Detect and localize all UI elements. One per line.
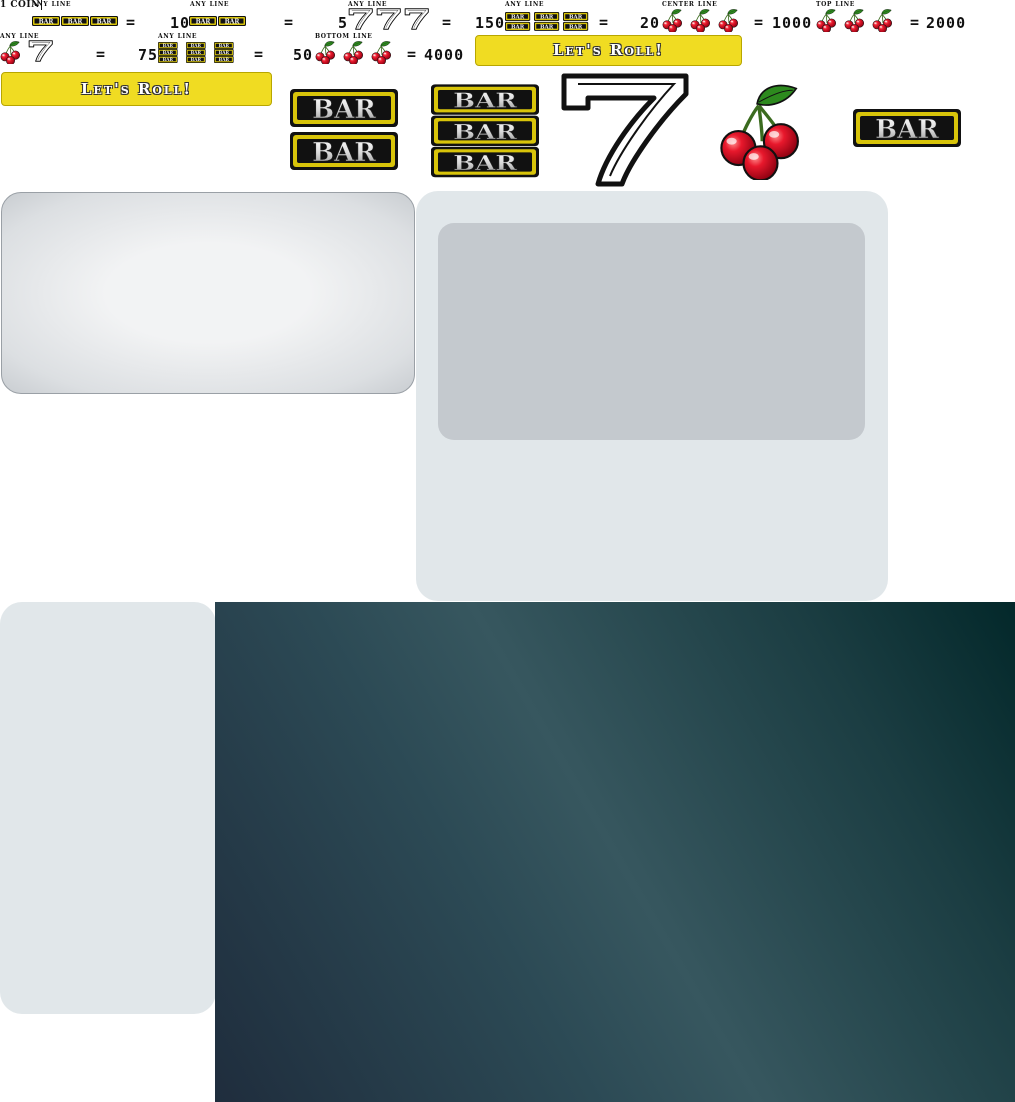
info-panel-screen <box>438 223 865 440</box>
pay-equals: = <box>407 45 417 63</box>
paytable-entry: center line 20 = <box>640 0 770 32</box>
pay-equals: = <box>599 13 609 31</box>
cherry-icon <box>719 83 800 180</box>
pay-equals: = <box>754 13 764 31</box>
single-bar-icon <box>852 108 962 148</box>
pay-amount: 150 <box>475 14 506 32</box>
paytable-entry: top line 1000 = <box>772 0 919 32</box>
pay-line-label: any line <box>348 0 388 8</box>
pay-amount: 4000 <box>424 46 465 64</box>
pay-line-label: center line <box>662 0 718 8</box>
side-panel <box>0 602 216 1014</box>
pay-line-label: any line <box>190 0 230 8</box>
pay-amount: 50 <box>293 46 314 64</box>
triple-bar-icon <box>430 84 540 178</box>
pay-line-label: any line <box>0 30 40 40</box>
paytable-entry: any line 10 = <box>170 0 300 32</box>
triple-bar-x3-icon <box>158 42 234 63</box>
seven-icon <box>558 72 694 188</box>
paytable-entry: 2000 <box>926 0 986 32</box>
pay-line-label: any line <box>32 0 72 8</box>
cherry-x3-icon <box>662 8 739 32</box>
pay-amount: 2000 <box>926 14 967 32</box>
paytable-entry: bottom line 50 = 4000 <box>293 30 473 64</box>
pay-line-label: bottom line <box>315 30 373 40</box>
paytable-entry: any line 150 = <box>475 0 615 32</box>
paytable-entry: any line 5 = <box>338 0 458 32</box>
cherry-seven-icon <box>0 40 53 64</box>
cherry-x3-icon <box>315 40 392 64</box>
game-background <box>215 602 1015 1102</box>
pay-line-label: top line <box>816 0 855 8</box>
paytable-entry: any line = <box>32 0 142 32</box>
pay-amount: 1000 <box>772 14 813 32</box>
bar-bar-icon <box>189 16 246 26</box>
paytable-entry: any line 75 = <box>138 30 268 64</box>
pay-amount: 75 <box>138 46 159 64</box>
pay-equals: = <box>284 13 294 31</box>
pay-equals: = <box>126 13 136 31</box>
bar-bar-bar-icon <box>32 16 118 26</box>
double-bar-icon <box>289 88 399 171</box>
pay-amount: 20 <box>640 14 661 32</box>
reel-window <box>1 192 415 394</box>
roll-button[interactable]: Let's Roll! <box>1 72 272 106</box>
pay-equals: = <box>96 45 106 63</box>
pay-equals: = <box>442 13 452 31</box>
pay-equals: = <box>910 13 920 31</box>
pay-line-label: any line <box>505 0 545 8</box>
triple-bar-x3-icon <box>505 12 589 31</box>
roll-button[interactable]: Let's Roll! <box>475 35 742 66</box>
seven-seven-seven-icon <box>348 8 429 30</box>
pay-line-label: any line <box>158 30 198 40</box>
pay-equals: = <box>254 45 264 63</box>
paytable-entry: any line = <box>0 30 110 64</box>
cherry-x3-icon <box>816 8 893 32</box>
